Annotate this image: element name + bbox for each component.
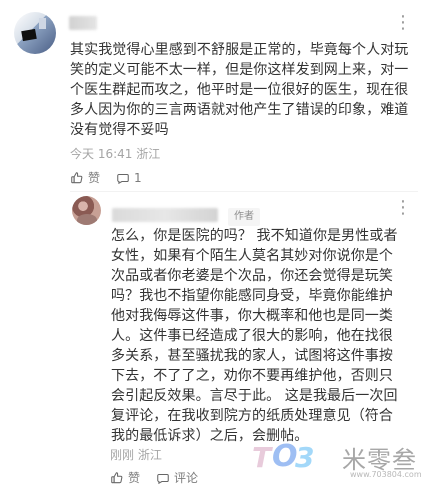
like-label: 赞 xyxy=(128,471,141,485)
reply-button[interactable]: 1 xyxy=(116,170,142,186)
like-button[interactable]: 赞 xyxy=(70,170,100,186)
comment-meta: 刚刚 浙江 xyxy=(110,447,162,463)
thumb-up-icon xyxy=(70,171,84,185)
more-options-button[interactable]: ⋮ xyxy=(394,14,412,32)
thumb-up-icon xyxy=(110,471,124,485)
comment-actions: 赞 1 xyxy=(70,170,142,186)
username-redacted xyxy=(112,208,218,222)
reply-button[interactable]: 评论 xyxy=(156,470,198,486)
avatar[interactable] xyxy=(14,12,56,54)
watermark-logo-letter: 3 xyxy=(295,441,315,474)
reply-label: 评论 xyxy=(174,471,199,485)
comment-actions: 赞 评论 xyxy=(110,470,198,486)
comment-time: 今天 16:41 xyxy=(70,147,133,161)
comment-text: 怎么，你是医院的吗？ 我不知道你是男性或者女性，如果有个陌生人莫名其妙对你说你是… xyxy=(111,228,398,444)
like-button[interactable]: 赞 xyxy=(110,470,140,486)
watermark-site-url: www.703804.com xyxy=(350,470,422,479)
speech-bubble-icon xyxy=(156,471,170,485)
comment-text: 其实我觉得心里感到不舒服是正常的，毕竟每个人对玩笑的定义可能不太一样，但是你这样… xyxy=(70,42,409,138)
comment-location: 浙江 xyxy=(136,147,161,161)
more-options-button[interactable]: ⋮ xyxy=(394,199,412,217)
comment-divider xyxy=(70,191,418,192)
watermark-logo-letter: T xyxy=(252,441,272,474)
watermark-logo: T O 3 xyxy=(252,439,342,474)
like-label: 赞 xyxy=(88,171,101,185)
author-badge: 作者 xyxy=(228,208,260,226)
comment-time: 刚刚 xyxy=(110,448,135,462)
reply-count: 1 xyxy=(134,171,142,185)
comment-location: 浙江 xyxy=(137,448,162,462)
watermark-logo-letter: O xyxy=(272,439,298,474)
speech-bubble-icon xyxy=(116,171,130,185)
comment-meta: 今天 16:41 浙江 xyxy=(70,146,160,162)
username-redacted xyxy=(69,16,97,30)
avatar[interactable] xyxy=(72,196,101,225)
